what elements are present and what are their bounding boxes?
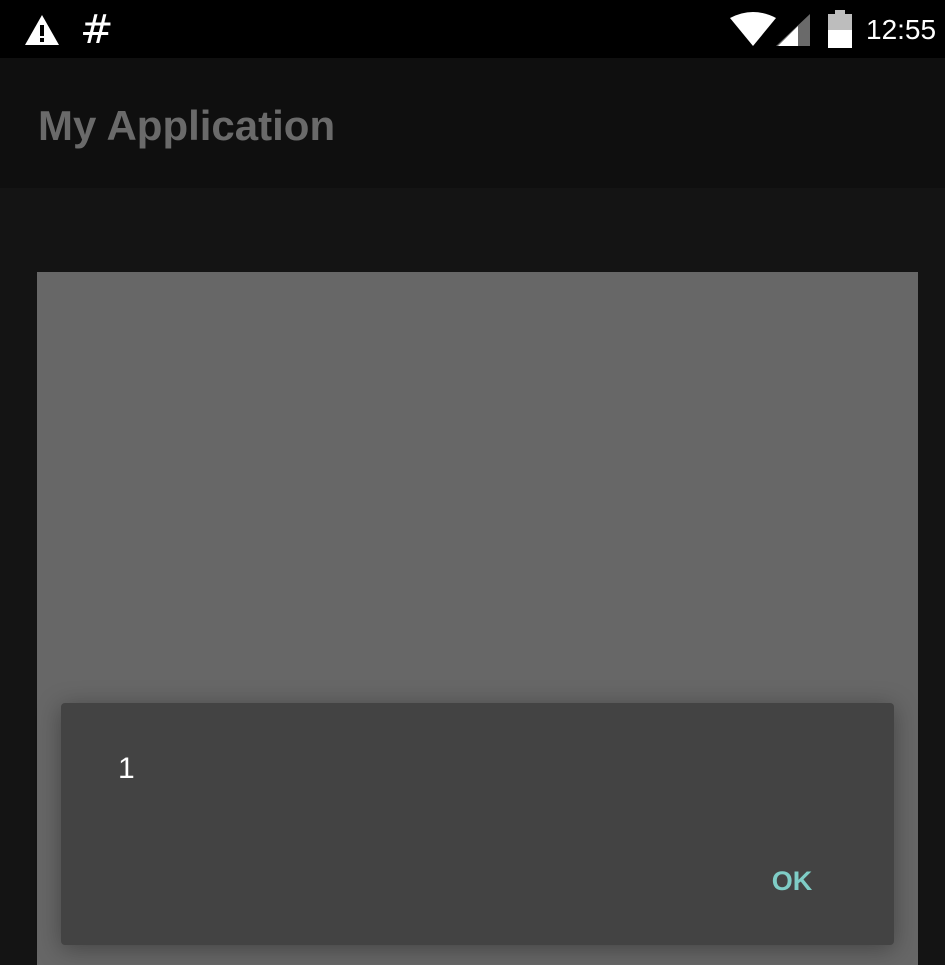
battery-icon bbox=[828, 10, 852, 48]
wifi-icon bbox=[730, 12, 776, 46]
warning-icon bbox=[25, 15, 59, 45]
cell-signal-icon bbox=[776, 14, 810, 46]
dialog-message: 1 bbox=[118, 752, 135, 785]
status-time: 12:55 bbox=[866, 14, 937, 45]
screen: # 12:55 My Application 1 OK bbox=[0, 0, 945, 965]
alert-dialog: 1 OK bbox=[61, 703, 894, 945]
app-title: My Application bbox=[38, 102, 336, 149]
notification-hash-icon: # bbox=[80, 7, 114, 53]
status-bar: # 12:55 bbox=[0, 0, 945, 58]
ok-button[interactable]: OK bbox=[755, 853, 829, 909]
